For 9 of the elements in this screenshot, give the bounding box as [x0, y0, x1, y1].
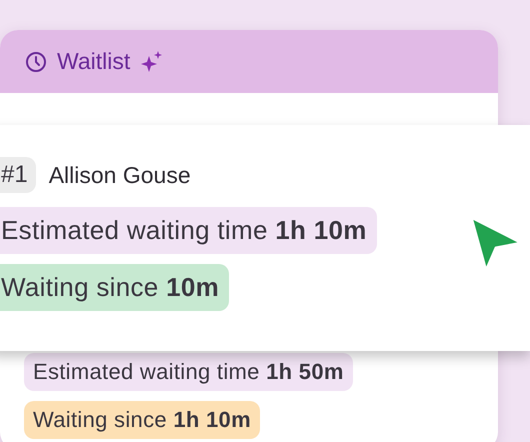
status-chip: Estimated waiting time 1h 50m	[24, 353, 353, 391]
clock-icon	[25, 50, 47, 72]
waitlist-title: Waitlist	[57, 48, 130, 75]
sparkle-icon	[140, 50, 164, 74]
status-chip: Waiting since 1h 10m	[24, 401, 260, 439]
customer-name: Allison Gouse	[48, 162, 191, 188]
status-chip: Estimated waiting time 1h 10m	[0, 207, 377, 254]
status-chip: Waiting since 10m	[0, 264, 230, 311]
number-badge: #1	[0, 157, 36, 193]
